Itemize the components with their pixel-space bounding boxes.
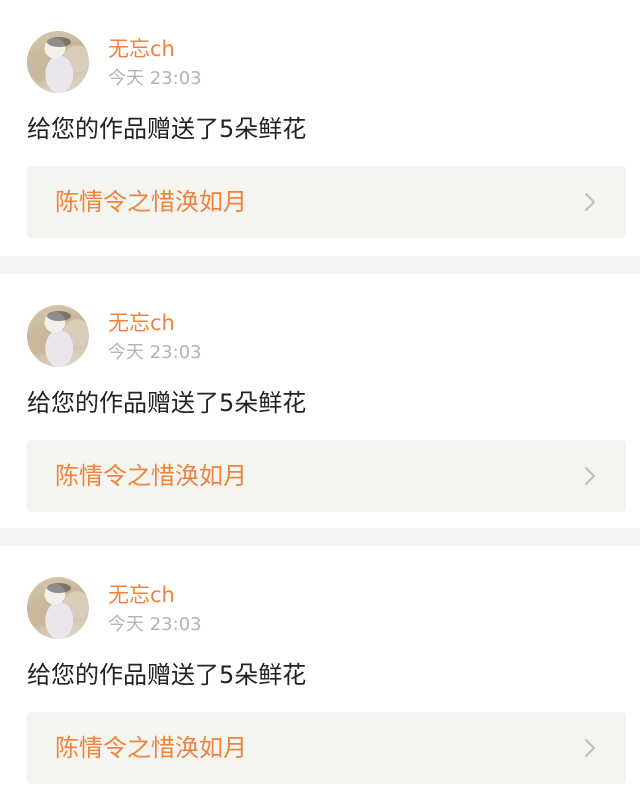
chevron-right-icon	[585, 739, 595, 757]
work-title: 陈情令之惜涣如月	[55, 188, 247, 216]
notification-message: 给您的作品赠送了5朵鲜花	[27, 115, 307, 143]
work-title: 陈情令之惜涣如月	[55, 734, 247, 762]
avatar[interactable]	[27, 577, 89, 639]
work-title: 陈情令之惜涣如月	[55, 462, 247, 490]
username[interactable]: 无忘ch	[108, 310, 175, 336]
notification-card: 无忘ch 今天 23:03 给您的作品赠送了5朵鲜花 陈情令之惜涣如月	[0, 0, 640, 253]
notification-message: 给您的作品赠送了5朵鲜花	[27, 389, 307, 417]
username[interactable]: 无忘ch	[108, 582, 175, 608]
timestamp: 今天 23:03	[108, 68, 202, 89]
work-link[interactable]: 陈情令之惜涣如月	[27, 712, 626, 784]
notification-message: 给您的作品赠送了5朵鲜花	[27, 661, 307, 689]
username[interactable]: 无忘ch	[108, 36, 175, 62]
notification-card: 无忘ch 今天 23:03 给您的作品赠送了5朵鲜花 陈情令之惜涣如月	[0, 274, 640, 527]
avatar[interactable]	[27, 31, 89, 93]
timestamp: 今天 23:03	[108, 614, 202, 635]
work-link[interactable]: 陈情令之惜涣如月	[27, 166, 626, 238]
notification-card: 无忘ch 今天 23:03 给您的作品赠送了5朵鲜花 陈情令之惜涣如月	[0, 546, 640, 799]
separator	[0, 256, 640, 274]
chevron-right-icon	[585, 467, 595, 485]
avatar[interactable]	[27, 305, 89, 367]
chevron-right-icon	[585, 193, 595, 211]
timestamp: 今天 23:03	[108, 342, 202, 363]
work-link[interactable]: 陈情令之惜涣如月	[27, 440, 626, 512]
separator	[0, 528, 640, 546]
